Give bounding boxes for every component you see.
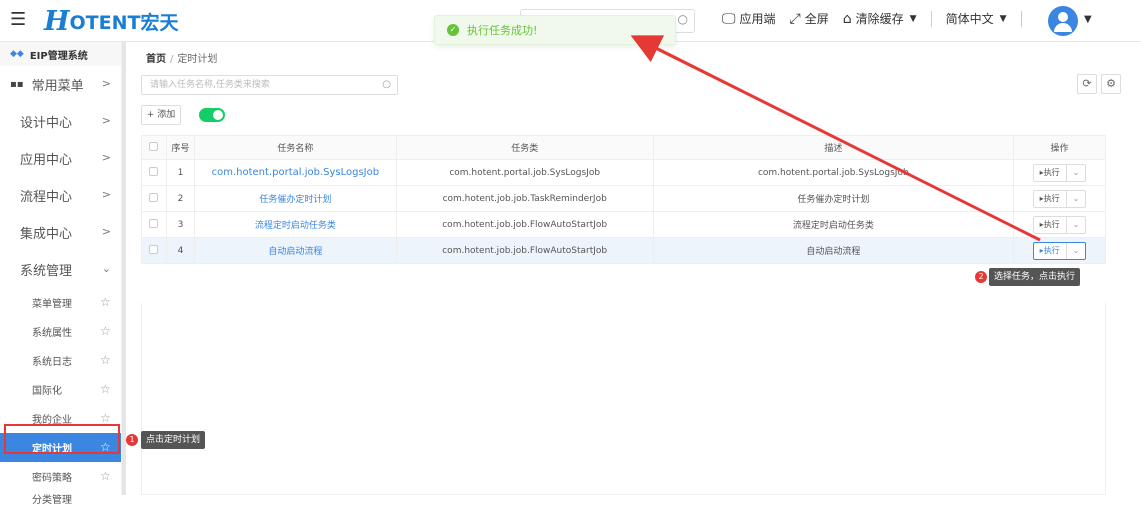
annotation-arrows — [630, 35, 1041, 242]
arrow-line — [630, 35, 1041, 242]
